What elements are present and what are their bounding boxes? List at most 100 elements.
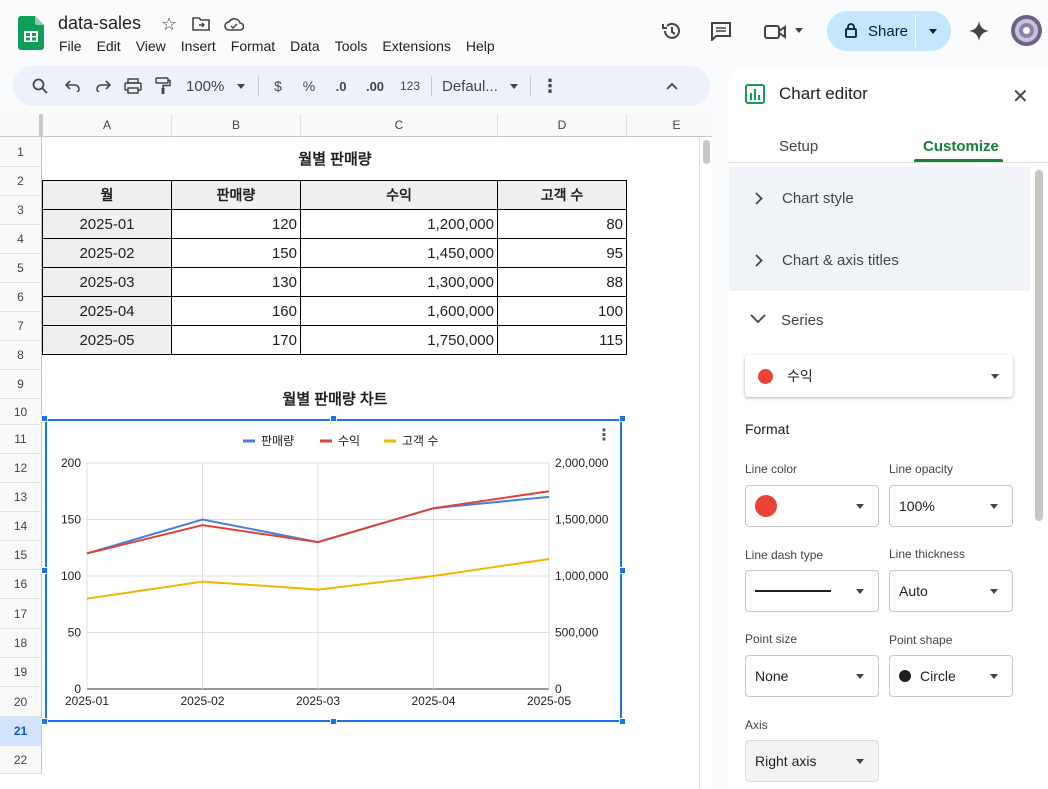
share-dropdown-icon[interactable] — [929, 29, 937, 34]
row-header-2[interactable]: 2 — [0, 167, 42, 196]
series-select[interactable]: 수익 — [745, 355, 1013, 397]
table-cell[interactable]: 100 — [497, 296, 627, 326]
comments-icon[interactable] — [710, 21, 732, 41]
table-header-cell[interactable]: 판매량 — [171, 180, 301, 210]
table-cell[interactable]: 88 — [497, 267, 627, 297]
line-chart[interactable]: 0 0 50 500,000 100 1,000,000 150 1,500,000 200 2,… — [45, 419, 622, 722]
point-size-select[interactable]: None — [745, 655, 879, 697]
table-cell[interactable]: 2025-04 — [42, 296, 172, 326]
zoom-select[interactable]: 100% — [186, 72, 252, 100]
row-header-1[interactable]: 1 — [0, 137, 42, 167]
column-header-c[interactable]: C — [301, 114, 498, 137]
row-header-12[interactable]: 12 — [0, 454, 42, 483]
table-cell[interactable]: 120 — [171, 209, 301, 239]
line-color-select[interactable] — [745, 485, 879, 527]
vertical-scrollbar[interactable] — [699, 138, 712, 789]
resize-handle-e[interactable] — [619, 567, 626, 574]
table-cell[interactable]: 2025-02 — [42, 238, 172, 268]
row-header-13[interactable]: 13 — [0, 483, 42, 512]
meet-video-icon[interactable] — [764, 24, 788, 40]
chevron-down-icon[interactable] — [750, 314, 766, 324]
gemini-sparkle-icon[interactable] — [967, 19, 991, 43]
line-thickness-select[interactable]: Auto — [889, 570, 1013, 612]
row-header-17[interactable]: 17 — [0, 599, 42, 629]
number-format-button[interactable]: 123 — [395, 72, 425, 100]
row-header-16[interactable]: 16 — [0, 570, 42, 599]
row-header-10[interactable]: 10 — [0, 399, 42, 425]
redo-icon[interactable] — [88, 72, 118, 100]
resize-handle-w[interactable] — [41, 567, 48, 574]
meet-dropdown-chevron-icon[interactable] — [795, 28, 803, 33]
resize-handle-s[interactable] — [330, 718, 337, 725]
row-header-5[interactable]: 5 — [0, 254, 42, 283]
row-header-15[interactable]: 15 — [0, 541, 42, 570]
row-header-3[interactable]: 3 — [0, 196, 42, 225]
table-cell[interactable]: 150 — [171, 238, 301, 268]
column-header-b[interactable]: B — [172, 114, 301, 137]
editor-scroll-thumb[interactable] — [1035, 170, 1043, 521]
table-cell[interactable]: 1,200,000 — [300, 209, 498, 239]
resize-handle-ne[interactable] — [619, 415, 626, 422]
menu-edit[interactable]: Edit — [97, 38, 121, 54]
menu-view[interactable]: View — [136, 38, 166, 54]
menu-file[interactable]: File — [59, 38, 82, 54]
increase-decimal-button[interactable]: .00 — [355, 72, 395, 100]
resize-handle-se[interactable] — [619, 718, 626, 725]
column-header-e[interactable]: E — [627, 114, 712, 137]
table-cell[interactable]: 80 — [497, 209, 627, 239]
table-cell[interactable]: 1,600,000 — [300, 296, 498, 326]
table-cell[interactable]: 160 — [171, 296, 301, 326]
table-cell[interactable]: 170 — [171, 325, 301, 355]
table-cell[interactable]: 2025-05 — [42, 325, 172, 355]
paint-format-icon[interactable] — [148, 72, 178, 100]
percent-format-button[interactable]: % — [291, 72, 327, 100]
chart-title-cell[interactable]: 월별 판매량 차트 — [43, 384, 627, 413]
table-cell[interactable]: 115 — [497, 325, 627, 355]
cloud-status-icon[interactable] — [224, 16, 244, 32]
decrease-decimal-button[interactable]: .0 — [327, 72, 355, 100]
version-history-icon[interactable] — [661, 20, 683, 42]
point-shape-select[interactable]: Circle — [889, 655, 1013, 697]
menu-help[interactable]: Help — [466, 38, 495, 54]
column-header-d[interactable]: D — [498, 114, 627, 137]
table-cell[interactable]: 1,300,000 — [300, 267, 498, 297]
select-all-corner[interactable] — [0, 114, 43, 137]
chart-menu-icon[interactable]: ⋮ — [596, 425, 612, 445]
sheets-logo-icon[interactable] — [18, 16, 44, 50]
row-header-9[interactable]: 9 — [0, 370, 42, 399]
tab-customize[interactable]: Customize — [923, 138, 999, 155]
row-header-21[interactable]: 21 — [0, 717, 42, 746]
table-cell[interactable]: 1,750,000 — [300, 325, 498, 355]
font-select[interactable]: Defaul... — [442, 72, 524, 100]
row-header-4[interactable]: 4 — [0, 225, 42, 254]
menu-format[interactable]: Format — [231, 38, 275, 54]
scroll-thumb[interactable] — [703, 140, 710, 164]
print-icon[interactable] — [118, 72, 148, 100]
resize-handle-sw[interactable] — [41, 718, 48, 725]
table-cell[interactable]: 95 — [497, 238, 627, 268]
collapse-menus-icon[interactable] — [657, 72, 687, 100]
row-header-11[interactable]: 11 — [0, 425, 42, 454]
row-header-20[interactable]: 20 — [0, 687, 42, 717]
table-cell[interactable]: 1,450,000 — [300, 238, 498, 268]
row-header-19[interactable]: 19 — [0, 658, 42, 687]
axis-select[interactable]: Right axis — [745, 740, 879, 782]
table-header-cell[interactable]: 월 — [42, 180, 172, 210]
move-folder-icon[interactable] — [192, 16, 210, 32]
resize-handle-nw[interactable] — [41, 415, 48, 422]
sheet-title-cell[interactable]: 월별 판매량 — [43, 144, 627, 173]
section-series-label[interactable]: Series — [781, 312, 824, 329]
tab-setup[interactable]: Setup — [779, 138, 818, 155]
search-menus-icon[interactable] — [27, 72, 53, 100]
menu-tools[interactable]: Tools — [335, 38, 368, 54]
row-header-8[interactable]: 8 — [0, 341, 42, 370]
avatar[interactable] — [1011, 15, 1042, 46]
table-cell[interactable]: 130 — [171, 267, 301, 297]
table-cell[interactable]: 2025-03 — [42, 267, 172, 297]
currency-format-button[interactable]: $ — [265, 72, 291, 100]
row-header-22[interactable]: 22 — [0, 746, 42, 774]
row-header-18[interactable]: 18 — [0, 629, 42, 658]
column-header-a[interactable]: A — [43, 114, 172, 137]
close-icon[interactable]: ✕ — [1012, 84, 1029, 109]
more-options-icon[interactable]: ⋮ — [537, 72, 563, 100]
